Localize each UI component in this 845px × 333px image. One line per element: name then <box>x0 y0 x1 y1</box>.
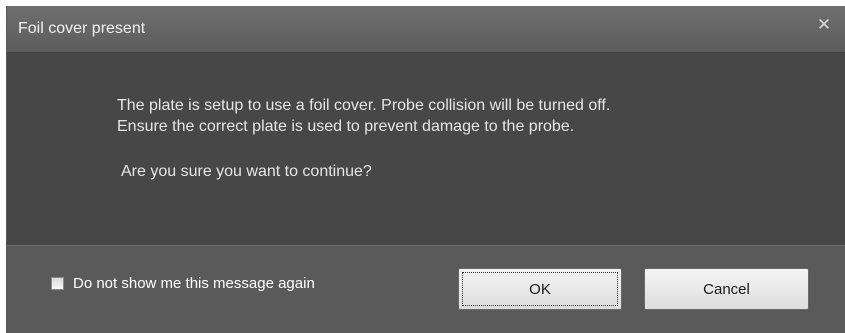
dont-show-again-option[interactable]: Do not show me this message again <box>51 275 315 292</box>
foil-cover-dialog: Foil cover present ✕ The plate is setup … <box>6 6 845 333</box>
dialog-content: The plate is setup to use a foil cover. … <box>7 53 845 245</box>
dialog-title: Foil cover present <box>18 20 146 37</box>
message-line-1: The plate is setup to use a foil cover. … <box>117 97 611 114</box>
message-line-2: Ensure the correct plate is used to prev… <box>117 118 575 135</box>
dialog-titlebar: Foil cover present ✕ <box>7 6 845 53</box>
dont-show-again-checkbox[interactable] <box>51 277 64 290</box>
close-icon[interactable]: ✕ <box>813 14 835 36</box>
ok-button-label: OK <box>529 280 551 298</box>
cancel-button-label: Cancel <box>703 280 750 298</box>
cancel-button[interactable]: Cancel <box>644 268 809 310</box>
dialog-footer: Do not show me this message again OK Can… <box>7 245 845 333</box>
confirmation-question: Are you sure you want to continue? <box>121 163 372 180</box>
ok-button[interactable]: OK <box>458 268 622 310</box>
dont-show-again-label[interactable]: Do not show me this message again <box>73 275 315 292</box>
